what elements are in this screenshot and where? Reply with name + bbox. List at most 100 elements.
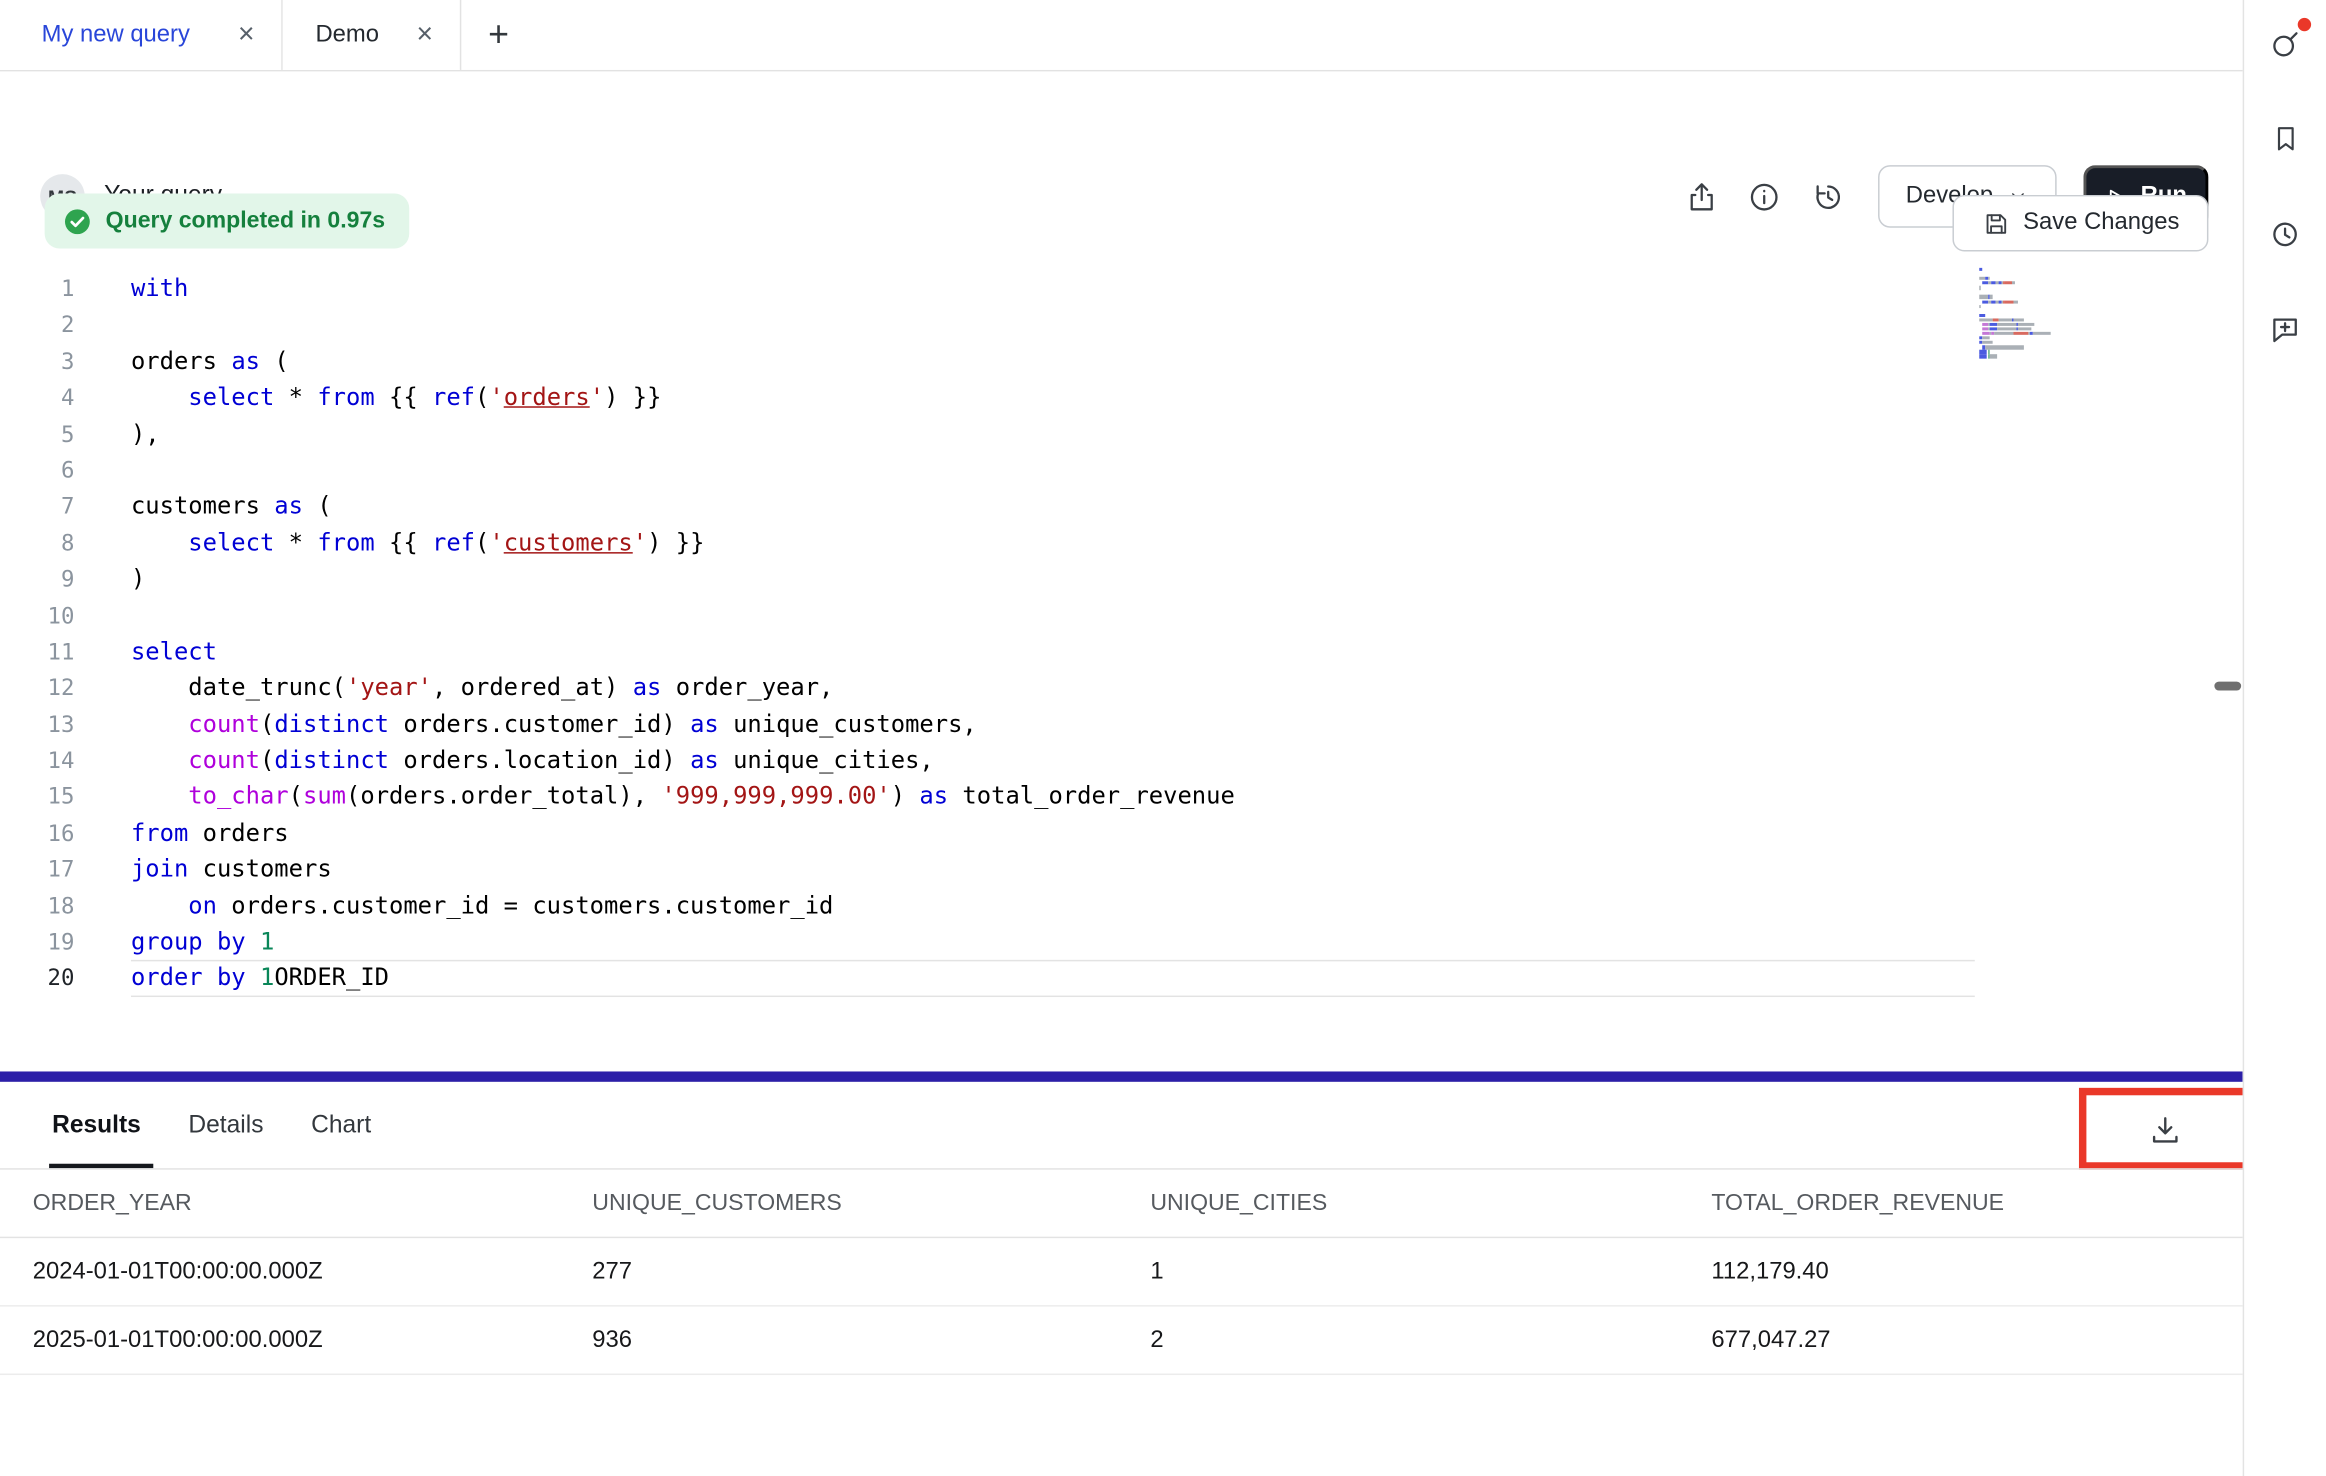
- code-line[interactable]: 10: [0, 598, 2243, 634]
- line-number: 8: [0, 525, 74, 561]
- editor-tab[interactable]: Demo ×: [283, 0, 462, 70]
- download-results-button[interactable]: [2136, 1100, 2196, 1157]
- tab-bar: My new query× Demo × +: [0, 0, 2243, 71]
- code-text: group by 1: [131, 924, 274, 960]
- feedback-button[interactable]: [2258, 302, 2312, 356]
- results-table: ORDER_YEARUNIQUE_CUSTOMERSUNIQUE_CITIEST…: [0, 1168, 2243, 1375]
- code-line[interactable]: 18 on orders.customer_id = customers.cus…: [0, 888, 2243, 924]
- code-line[interactable]: 17join customers: [0, 852, 2243, 888]
- editor-tab[interactable]: My new query×: [0, 0, 283, 70]
- table-row: 2024-01-01T00:00:00.000Z2771112,179.40: [0, 1238, 2243, 1306]
- code-line[interactable]: 7customers as (: [0, 489, 2243, 525]
- status-row: Query completed in 0.97s Save Changes: [0, 179, 2243, 268]
- code-line[interactable]: 15 to_char(sum(orders.order_total), '999…: [0, 779, 2243, 815]
- line-number: 11: [0, 634, 74, 670]
- results-panel: Results Details Chart ORDER_YEARUNIQUE_CUS…: [0, 1082, 2243, 1476]
- code-line[interactable]: 14 count(distinct orders.location_id) as…: [0, 743, 2243, 779]
- table-body: 2024-01-01T00:00:00.000Z2771112,179.40 20…: [0, 1238, 2243, 1375]
- annotation-highlight: [2079, 1088, 2252, 1170]
- line-number: 16: [0, 815, 74, 851]
- table-cell: 1: [1150, 1258, 1711, 1285]
- code-line[interactable]: 2: [0, 307, 2243, 343]
- save-icon: [1982, 209, 2010, 237]
- line-number: 17: [0, 852, 74, 888]
- results-tab-details[interactable]: Details: [188, 1082, 263, 1168]
- table-cell: 2: [1150, 1327, 1711, 1354]
- code-text: from orders: [131, 815, 289, 851]
- minimap-line: [1979, 327, 2074, 330]
- code-line[interactable]: 16 from orders: [0, 815, 2243, 851]
- tab-close-icon[interactable]: ×: [396, 21, 433, 49]
- tab-close-icon[interactable]: ×: [217, 21, 254, 49]
- column-header: UNIQUE_CUSTOMERS: [592, 1190, 1150, 1217]
- line-number: 3: [0, 343, 74, 379]
- minimap-line: [1979, 346, 2074, 349]
- code-line[interactable]: 20order by 1ORDER_ID: [0, 960, 2243, 996]
- code-text: customers as (: [131, 489, 332, 525]
- code-text: date_trunc('year', ordered_at) as order_…: [131, 670, 833, 706]
- code-line[interactable]: 11 select: [0, 634, 2243, 670]
- line-number: 15: [0, 779, 74, 815]
- code-line[interactable]: 3orders as (: [0, 343, 2243, 379]
- right-rail: [2243, 0, 2326, 1476]
- line-number: 4: [0, 380, 74, 416]
- tab-strip: My new query× Demo ×: [0, 0, 461, 70]
- code-line[interactable]: 5),: [0, 416, 2243, 452]
- check-circle-icon: [63, 206, 93, 236]
- column-header: UNIQUE_CITIES: [1150, 1190, 1711, 1217]
- code-line[interactable]: 13 count(distinct orders.customer_id) as…: [0, 706, 2243, 742]
- code-text: ),: [131, 416, 160, 452]
- panel-resize-handle[interactable]: [0, 1071, 2243, 1081]
- explore-button[interactable]: [2258, 16, 2312, 70]
- minimap-line: [1979, 318, 2074, 321]
- minimap-line: [1979, 305, 2074, 308]
- line-number: 6: [0, 452, 74, 488]
- scrollbar-thumb[interactable]: [2214, 682, 2241, 691]
- minimap-line: [1979, 295, 2074, 298]
- code-text: select * from {{ ref('customers') }}: [131, 525, 704, 561]
- ide-window: My new query×Demo× + MS Your query Devel…: [0, 0, 2326, 1476]
- results-tab-chart[interactable]: Chart: [311, 1082, 371, 1168]
- minimap-line: [1979, 337, 2074, 340]
- code-text: on orders.customer_id = customers.custom…: [131, 888, 833, 924]
- new-tab-button[interactable]: +: [473, 10, 524, 61]
- line-number: 19: [0, 924, 74, 960]
- code-text: order by 1ORDER_ID: [131, 960, 389, 996]
- code-text: select: [131, 634, 217, 670]
- code-line[interactable]: 12 date_trunc('year', ordered_at) as ord…: [0, 670, 2243, 706]
- column-header: TOTAL_ORDER_REVENUE: [1711, 1190, 2242, 1217]
- minimap-line: [1979, 300, 2074, 303]
- code-line[interactable]: 19 group by 1: [0, 924, 2243, 960]
- line-number: 2: [0, 307, 74, 343]
- status-badge: Query completed in 0.97s: [45, 193, 409, 248]
- minimap-line: [1979, 277, 2074, 280]
- code-line[interactable]: 4 select * from {{ ref('orders') }}: [0, 380, 2243, 416]
- save-changes-button[interactable]: Save Changes: [1952, 195, 2208, 252]
- minimap-line: [1979, 282, 2074, 285]
- history-rail-button[interactable]: [2258, 207, 2312, 261]
- code-text: count(distinct orders.customer_id) as un…: [131, 706, 977, 742]
- code-line[interactable]: 6: [0, 452, 2243, 488]
- line-number: 9: [0, 561, 74, 597]
- table-cell: 2025-01-01T00:00:00.000Z: [33, 1327, 593, 1354]
- code-line[interactable]: 1with: [0, 271, 2243, 307]
- code-text: ): [131, 561, 145, 597]
- line-number: 14: [0, 743, 74, 779]
- table-cell: 936: [592, 1327, 1150, 1354]
- code-editor[interactable]: 1with23orders as (4 select * from {{ ref…: [0, 271, 2243, 1072]
- code-line[interactable]: 9): [0, 561, 2243, 597]
- save-label: Save Changes: [2023, 210, 2179, 237]
- notification-dot: [2297, 18, 2310, 31]
- line-number: 18: [0, 888, 74, 924]
- minimap[interactable]: [1979, 268, 2074, 360]
- code-line[interactable]: 8 select * from {{ ref('customers') }}: [0, 525, 2243, 561]
- minimap-line: [1979, 286, 2074, 289]
- minimap-line: [1979, 323, 2074, 326]
- bookmark-button[interactable]: [2258, 112, 2312, 166]
- results-tab-results[interactable]: Results: [52, 1082, 141, 1168]
- status-message: Query completed in 0.97s: [106, 208, 385, 235]
- tab-label: Demo: [315, 22, 379, 49]
- explore-icon: [2268, 26, 2302, 60]
- line-number: 12: [0, 670, 74, 706]
- minimap-line: [1979, 350, 2074, 353]
